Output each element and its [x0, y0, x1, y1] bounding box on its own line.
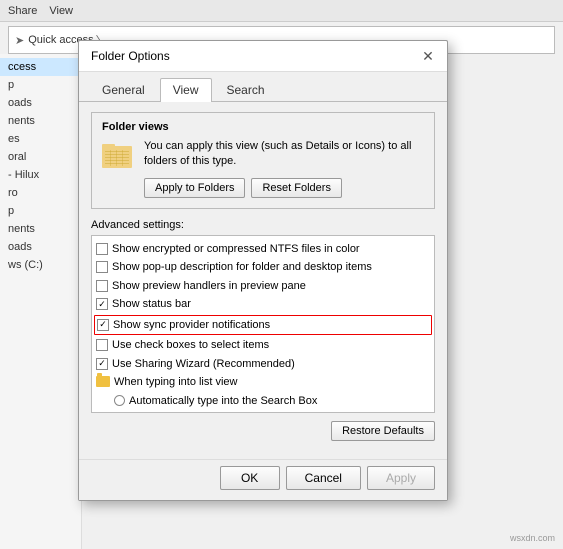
- checkbox-0[interactable]: [96, 243, 108, 255]
- sidebar-item-6[interactable]: - Hilux: [0, 166, 81, 184]
- sidebar-item-4[interactable]: es: [0, 130, 81, 148]
- adv-item-label-9: Select the typed item in the view: [129, 411, 287, 412]
- folder-views-content: You can apply this view (such as Details…: [102, 139, 424, 198]
- sidebar-item-2[interactable]: oads: [0, 94, 81, 112]
- folder-views-buttons: Apply to Folders Reset Folders: [144, 178, 424, 198]
- sidebar-item-7[interactable]: ro: [0, 184, 81, 202]
- folder-icon: [102, 141, 134, 169]
- adv-item-1[interactable]: Show pop-up description for folder and d…: [92, 258, 434, 277]
- sidebar-item-1[interactable]: p: [0, 76, 81, 94]
- checkbox-4[interactable]: [97, 319, 109, 331]
- sidebar-item-5[interactable]: oral: [0, 148, 81, 166]
- adv-item-7: When typing into list view: [92, 373, 434, 392]
- radio-8[interactable]: [114, 395, 125, 406]
- advanced-label: Advanced settings:: [91, 219, 435, 231]
- tab-search[interactable]: Search: [214, 78, 278, 101]
- apply-to-folders-button[interactable]: Apply to Folders: [144, 178, 245, 198]
- watermark: wsxdn.com: [510, 533, 555, 543]
- tab-bar: General View Search: [79, 72, 447, 102]
- sidebar-item-9[interactable]: nents: [0, 220, 81, 238]
- adv-item-label-8: Automatically type into the Search Box: [129, 393, 317, 410]
- adv-item-0[interactable]: Show encrypted or compressed NTFS files …: [92, 240, 434, 259]
- sidebar-item-0[interactable]: ccess: [0, 58, 81, 76]
- checkbox-5[interactable]: [96, 339, 108, 351]
- sidebar-item-3[interactable]: nents: [0, 112, 81, 130]
- dialog-title: Folder Options: [91, 49, 170, 63]
- tab-general[interactable]: General: [89, 78, 158, 101]
- sidebar-item-10[interactable]: oads: [0, 238, 81, 256]
- adv-item-label-1: Show pop-up description for folder and d…: [112, 259, 372, 276]
- folder-views-section: Folder views You can apply: [91, 112, 435, 209]
- adv-item-label-2: Show preview handlers in preview pane: [112, 278, 306, 295]
- advanced-list-inner[interactable]: Show encrypted or compressed NTFS files …: [92, 236, 434, 412]
- restore-defaults-area: Restore Defaults: [91, 421, 435, 441]
- adv-item-6[interactable]: Use Sharing Wizard (Recommended): [92, 355, 434, 374]
- adv-item-4[interactable]: Show sync provider notifications: [94, 315, 432, 336]
- cancel-button[interactable]: Cancel: [286, 466, 361, 490]
- adv-item-label-5: Use check boxes to select items: [112, 337, 269, 354]
- dialog-footer: OK Cancel Apply: [79, 459, 447, 500]
- adv-item-3[interactable]: Show status bar: [92, 295, 434, 314]
- adv-item-label-3: Show status bar: [112, 296, 191, 313]
- adv-item-label-7: When typing into list view: [114, 374, 238, 391]
- adv-item-2[interactable]: Show preview handlers in preview pane: [92, 277, 434, 296]
- adv-item-label-0: Show encrypted or compressed NTFS files …: [112, 241, 360, 258]
- checkbox-6[interactable]: [96, 358, 108, 370]
- folder-options-dialog: Folder Options ✕ General View Search Fol…: [78, 40, 448, 501]
- sidebar: ccess p oads nents es oral - Hilux ro p …: [0, 54, 82, 549]
- ok-button[interactable]: OK: [220, 466, 280, 490]
- tab-view[interactable]: View: [160, 78, 212, 102]
- share-menu[interactable]: Share: [8, 5, 37, 17]
- checkbox-2[interactable]: [96, 280, 108, 292]
- adv-item-9[interactable]: Select the typed item in the view: [92, 410, 434, 412]
- folder-views-label: Folder views: [102, 121, 424, 133]
- advanced-list: Show encrypted or compressed NTFS files …: [91, 235, 435, 413]
- sidebar-item-8[interactable]: p: [0, 202, 81, 220]
- adv-item-label-4: Show sync provider notifications: [113, 317, 270, 334]
- adv-item-8[interactable]: Automatically type into the Search Box: [92, 392, 434, 411]
- adv-item-5[interactable]: Use check boxes to select items: [92, 336, 434, 355]
- restore-defaults-button[interactable]: Restore Defaults: [331, 421, 435, 441]
- folder-small-icon: [96, 376, 110, 387]
- folder-views-description: You can apply this view (such as Details…: [144, 139, 424, 170]
- adv-item-label-6: Use Sharing Wizard (Recommended): [112, 356, 295, 373]
- sidebar-item-11[interactable]: ws (C:): [0, 256, 81, 274]
- checkbox-3[interactable]: [96, 298, 108, 310]
- folder-views-desc-area: You can apply this view (such as Details…: [144, 139, 424, 198]
- dialog-body: Folder views You can apply: [79, 102, 447, 451]
- dialog-titlebar: Folder Options ✕: [79, 41, 447, 72]
- checkbox-1[interactable]: [96, 261, 108, 273]
- reset-folders-button[interactable]: Reset Folders: [251, 178, 341, 198]
- top-bar: Share View: [0, 0, 563, 22]
- apply-button[interactable]: Apply: [367, 466, 435, 490]
- view-menu[interactable]: View: [49, 5, 73, 17]
- close-button[interactable]: ✕: [419, 47, 437, 65]
